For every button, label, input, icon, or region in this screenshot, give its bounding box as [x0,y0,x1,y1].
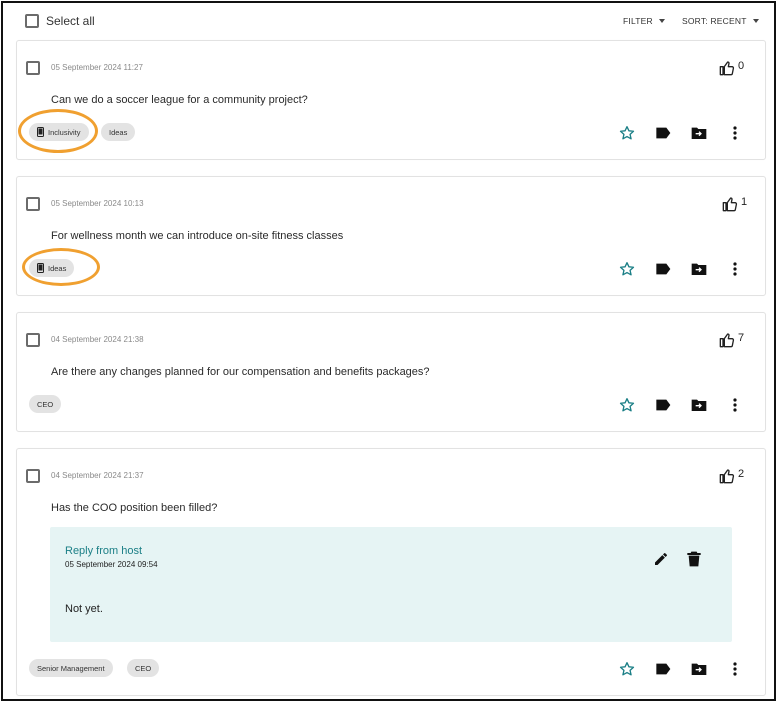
move-button[interactable] [681,123,717,143]
question-text: For wellness month we can introduce on-s… [51,230,344,242]
question-card: 05 September 2024 10:13 For wellness mon… [16,176,766,296]
move-to-folder-icon [691,127,707,139]
filter-button[interactable]: FILTER [623,16,665,26]
question-checkbox[interactable] [26,61,40,75]
more-button[interactable] [717,395,753,415]
label-button[interactable] [645,123,681,143]
label-icon [656,263,671,275]
question-card: 04 September 2024 21:37 Has the COO posi… [16,448,766,696]
label-icon [656,127,671,139]
question-card: 04 September 2024 21:38 Are there any ch… [16,312,766,432]
tag-label: CEO [37,399,54,409]
move-to-folder-icon [691,263,707,275]
favorite-button[interactable] [609,395,645,415]
sort-button[interactable]: SORT: RECENT [682,16,759,26]
reply-tools [653,551,701,567]
question-actions [609,259,753,279]
question-checkbox[interactable] [26,333,40,347]
question-text: Can we do a soccer league for a communit… [51,94,308,106]
tag-chip[interactable]: CEO [127,659,160,677]
thumbs-up-icon [719,333,735,348]
sort-label: SORT: RECENT [682,16,747,26]
question-text: Are there any changes planned for our co… [51,366,430,378]
move-button[interactable] [681,659,717,679]
question-checkbox[interactable] [26,197,40,211]
label-icon [656,399,671,411]
star-icon [619,398,635,412]
move-to-folder-icon [691,399,707,411]
toolbar: Select all FILTER SORT: RECENT [3,3,774,39]
questions-panel: Select all FILTER SORT: RECENT 05 Septem… [1,1,776,701]
reply-date: 05 September 2024 09:54 [65,560,158,569]
more-vert-icon [733,126,737,140]
select-all-label[interactable]: Select all [46,14,95,28]
question-actions [609,123,753,143]
trash-icon[interactable] [687,551,701,567]
tag-chip[interactable]: CEO [29,395,62,413]
favorite-button[interactable] [609,659,645,679]
question-text: Has the COO position been filled? [51,502,218,514]
move-to-folder-icon [691,663,707,675]
like-button[interactable]: 0 [719,60,744,76]
more-button[interactable] [717,123,753,143]
favorite-button[interactable] [609,123,645,143]
question-date: 05 September 2024 11:27 [51,63,143,72]
pencil-icon[interactable] [653,551,669,567]
like-count: 0 [738,60,745,72]
label-button[interactable] [645,395,681,415]
label-button[interactable] [645,659,681,679]
like-count: 1 [741,196,748,208]
highlight-ellipse [18,109,98,153]
tag-label: CEO [135,663,152,673]
tag-label: Senior Management [37,663,105,673]
label-button[interactable] [645,259,681,279]
thumbs-up-icon [719,469,735,484]
filter-label: FILTER [623,16,653,26]
star-icon [619,126,635,140]
question-card: 05 September 2024 11:27 Can we do a socc… [16,40,766,160]
star-icon [619,662,635,676]
reply-title: Reply from host [65,545,143,557]
move-button[interactable] [681,259,717,279]
more-vert-icon [733,662,737,676]
chevron-down-icon [658,19,665,23]
more-vert-icon [733,398,737,412]
more-button[interactable] [717,259,753,279]
highlight-ellipse [22,248,100,286]
reply-text: Not yet. [65,603,103,615]
question-date: 04 September 2024 21:38 [51,335,144,344]
tag-chip[interactable]: Senior Management [29,659,113,677]
tag-chip[interactable]: Ideas [101,123,136,141]
question-actions [609,659,753,679]
question-checkbox[interactable] [26,469,40,483]
move-button[interactable] [681,395,717,415]
like-button[interactable]: 7 [719,332,744,348]
favorite-button[interactable] [609,259,645,279]
like-count: 2 [738,468,745,480]
thumbs-up-icon [719,61,735,76]
select-all-checkbox[interactable] [25,14,39,28]
tag-label: Ideas [109,127,128,137]
like-button[interactable]: 2 [719,468,744,484]
star-icon [619,262,635,276]
thumbs-up-icon [722,197,738,212]
label-icon [656,663,671,675]
question-date: 04 September 2024 21:37 [51,471,144,480]
question-date: 05 September 2024 10:13 [51,199,144,208]
host-reply: Reply from host 05 September 2024 09:54 … [50,527,732,642]
more-button[interactable] [717,659,753,679]
question-actions [609,395,753,415]
like-button[interactable]: 1 [722,196,747,212]
chevron-down-icon [752,19,759,23]
more-vert-icon [733,262,737,276]
like-count: 7 [738,332,745,344]
